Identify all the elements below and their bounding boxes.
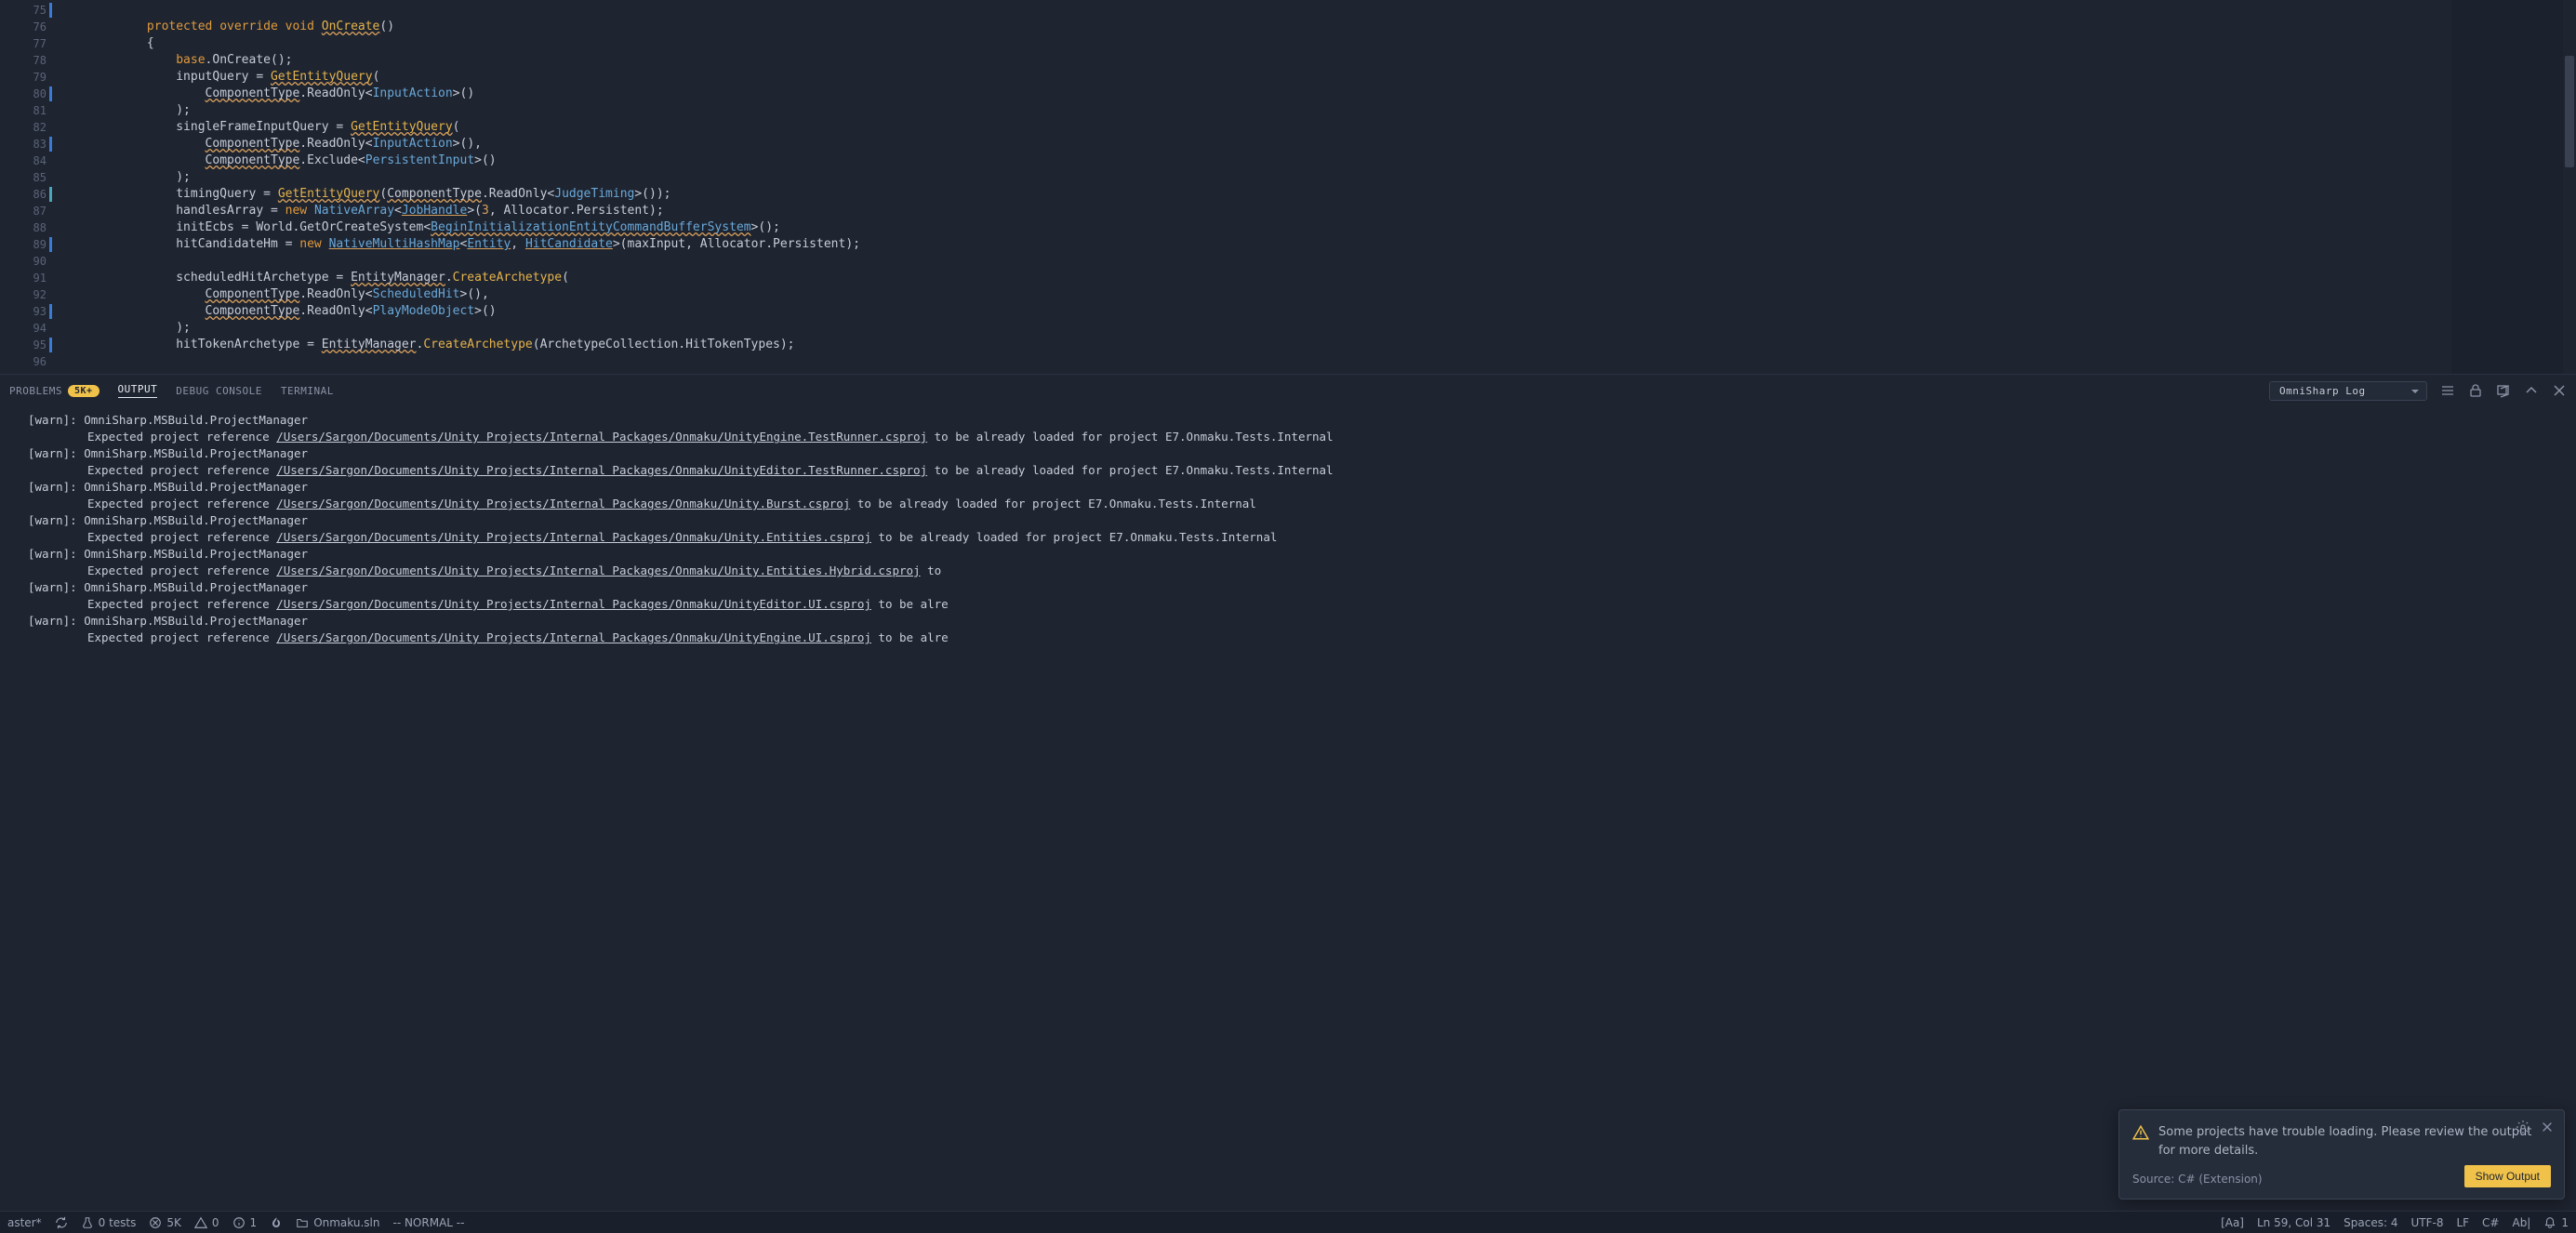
statusbar: aster* 0 tests 5K 0 1 Onmaku.sln -- NORM… [0, 1211, 2576, 1233]
lock-icon[interactable] [2468, 383, 2483, 398]
tab-label: OUTPUT [118, 383, 158, 395]
close-icon[interactable] [2552, 383, 2567, 398]
problems-badge: 5K+ [68, 385, 100, 397]
tab-debug-console[interactable]: DEBUG CONSOLE [176, 385, 262, 397]
sync-icon[interactable] [55, 1216, 68, 1229]
status-spaces[interactable]: Spaces: 4 [2344, 1216, 2397, 1229]
warning-icon [2132, 1124, 2149, 1160]
line-gutter: 7576777879808182838485868788899091929394… [0, 0, 54, 374]
status-warnings[interactable]: 0 [194, 1216, 219, 1229]
status-position[interactable]: Ln 59, Col 31 [2257, 1216, 2330, 1229]
tab-output[interactable]: OUTPUT [118, 383, 158, 398]
output-view[interactable]: [warn]: OmniSharp.MSBuild.ProjectManager… [0, 406, 2576, 1211]
gear-icon[interactable] [2516, 1120, 2530, 1134]
panel-tabs: PROBLEMS 5K+ OUTPUT DEBUG CONSOLE TERMIN… [0, 375, 2576, 406]
status-ab[interactable]: Ab| [2512, 1216, 2530, 1229]
editor-area: 7576777879808182838485868788899091929394… [0, 0, 2576, 374]
flame-icon[interactable] [270, 1216, 283, 1229]
minimap[interactable] [2451, 0, 2563, 374]
code-view[interactable]: protected override void OnCreate() { bas… [54, 0, 2451, 374]
chevron-up-icon[interactable] [2524, 383, 2539, 398]
status-language[interactable]: C# [2482, 1216, 2499, 1229]
status-tests[interactable]: 0 tests [81, 1216, 137, 1229]
status-vim-mode: -- NORMAL -- [392, 1216, 464, 1229]
show-output-button[interactable]: Show Output [2464, 1165, 2551, 1187]
scrollbar-thumb[interactable] [2565, 56, 2574, 167]
status-encoding[interactable]: UTF-8 [2410, 1216, 2443, 1229]
tab-label: TERMINAL [281, 385, 334, 397]
status-solution[interactable]: Onmaku.sln [296, 1216, 379, 1229]
notification-message: Some projects have trouble loading. Plea… [2158, 1123, 2551, 1160]
list-icon[interactable] [2440, 383, 2455, 398]
status-branch[interactable]: aster* [7, 1216, 42, 1229]
bell-icon[interactable]: 1 [2543, 1216, 2569, 1229]
clear-icon[interactable] [2496, 383, 2511, 398]
tab-problems[interactable]: PROBLEMS 5K+ [9, 385, 100, 397]
close-icon[interactable] [2540, 1120, 2555, 1134]
status-info[interactable]: 1 [232, 1216, 258, 1229]
tab-terminal[interactable]: TERMINAL [281, 385, 334, 397]
output-channel-dropdown[interactable]: OmniSharp Log [2269, 381, 2427, 401]
dropdown-value: OmniSharp Log [2279, 385, 2366, 397]
status-match-case[interactable]: [Aa] [2221, 1216, 2244, 1229]
bottom-panel: PROBLEMS 5K+ OUTPUT DEBUG CONSOLE TERMIN… [0, 374, 2576, 1211]
tab-label: DEBUG CONSOLE [176, 385, 262, 397]
status-eol[interactable]: LF [2456, 1216, 2469, 1229]
notification-toast: Some projects have trouble loading. Plea… [2118, 1109, 2565, 1200]
status-errors[interactable]: 5K [149, 1216, 181, 1229]
panel-actions: OmniSharp Log [2269, 381, 2567, 401]
editor-scrollbar[interactable] [2563, 0, 2576, 374]
tab-label: PROBLEMS [9, 385, 62, 397]
